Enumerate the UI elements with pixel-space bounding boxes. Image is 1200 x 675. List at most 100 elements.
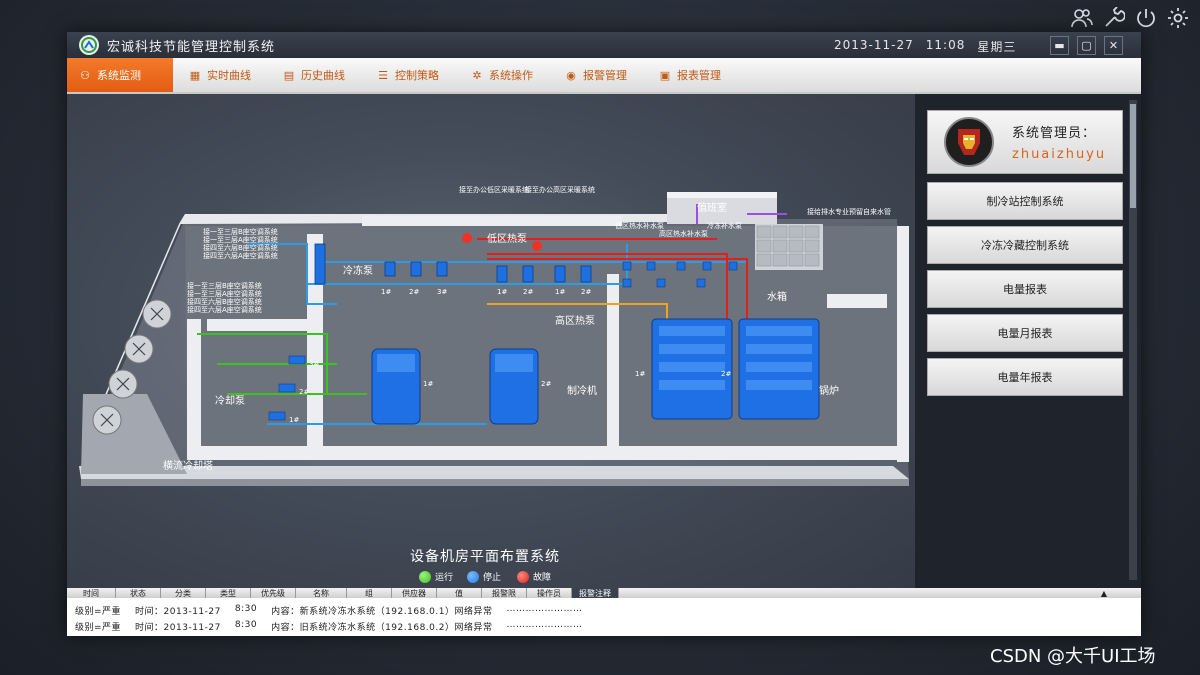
col-header[interactable]: 类型 [206, 588, 251, 598]
log-time: 时间：2013-11-27 [135, 623, 221, 633]
log-time: 时间：2013-11-27 [135, 607, 221, 617]
monthly-report-button[interactable]: 电量月报表 [927, 314, 1123, 352]
col-header-selected[interactable]: 报警注释 [572, 588, 619, 598]
app-window: 宏诚科技节能管理控制系统 2013-11-27 11:08 星期三 ▬ ▢ ✕ … [67, 32, 1141, 636]
label-low-zone: 低区热泵 [487, 232, 527, 245]
chiller-2[interactable] [489, 348, 539, 425]
cold-storage-button[interactable]: 冷冻冷藏控制系统 [927, 226, 1123, 264]
label-cooling-2: 2# [299, 388, 309, 396]
power-icon[interactable] [1134, 6, 1158, 30]
minimize-button[interactable]: ▬ [1050, 36, 1069, 55]
log-row[interactable]: 级别=严重 时间：2013-11-27 8:30 内容：旧系统冷冻水系统（192… [75, 620, 582, 633]
label-ac-3: 接四至六层B座空调系统 [203, 243, 278, 252]
boiler-2[interactable] [738, 318, 820, 420]
sidebar-scrollbar[interactable] [1129, 100, 1137, 580]
col-header[interactable]: 分类 [161, 588, 206, 598]
log-column-header: 时间 状态 分类 类型 优先级 名称 组 供应器 值 报警限 操作员 报警注释 … [67, 588, 1141, 598]
equipment-room-plan: 冷冻泵 低区热泵 高区热泵 值班室 水箱 制冷机 锅炉 冷却泵 横流冷却塔 低区… [79, 185, 909, 486]
label-ac-5: 接一至三层B座空调系统 [187, 281, 262, 290]
label-boiler: 锅炉 [819, 385, 839, 397]
tab-system-monitor[interactable]: ⚇ 系统监测 [67, 58, 173, 92]
weekday-text: 星期三 [977, 40, 1017, 54]
label-boiler-2: 2# [721, 370, 731, 378]
main-nav: ⚇ 系统监测 ▦ 实时曲线 ▤ 历史曲线 ☰ 控制策略 ✲ 系统操作 ◉ 报警管… [67, 58, 1141, 94]
label-ac-6: 接一至三层A座空调系统 [187, 289, 262, 298]
label-high-2: 2# [581, 288, 591, 296]
date-text: 2013-11-27 [834, 38, 914, 52]
tab-label: 控制策略 [395, 69, 439, 82]
label-high-1: 1# [555, 288, 565, 296]
col-header[interactable]: 组 [347, 588, 392, 598]
yearly-report-button[interactable]: 电量年报表 [927, 358, 1123, 396]
alarm-icon: ◉ [566, 68, 576, 82]
fault-dot-icon [517, 570, 529, 583]
label-ac-4: 接四至六层A座空调系统 [203, 251, 278, 260]
monitor-icon: ⚇ [80, 68, 90, 82]
label-water-tank: 水箱 [767, 290, 787, 303]
log-level: 级别=严重 [75, 623, 122, 633]
label-drain: 接给排水专业预留自来水管 [807, 207, 891, 216]
maximize-button[interactable]: ▢ [1077, 36, 1096, 55]
power-report-button[interactable]: 电量报表 [927, 270, 1123, 308]
label-low-refill: 低区热水补水泵 [615, 221, 664, 230]
user-card: 系统管理员： zhuaizhuyu [927, 110, 1123, 174]
log-level: 级别=严重 [75, 607, 122, 617]
chiller-1[interactable] [371, 348, 421, 425]
label-ac-1: 接一至三层B座空调系统 [203, 227, 278, 236]
floor-plan-view: 冷冻泵 低区热泵 高区热泵 值班室 水箱 制冷机 锅炉 冷却泵 横流冷却塔 低区… [67, 94, 915, 588]
plan-caption: 设备机房平面布置系统 [410, 549, 560, 565]
tab-report-management[interactable]: ▣ 报表管理 [643, 58, 737, 92]
legend-fault: 故障 [517, 570, 551, 583]
scrollbar-thumb[interactable] [1130, 104, 1136, 208]
gear-icon[interactable] [1166, 6, 1190, 30]
running-dot-icon [419, 570, 431, 583]
col-header[interactable]: 状态 [116, 588, 161, 598]
label-high-zone: 高区热泵 [555, 314, 595, 327]
avatar [944, 117, 994, 167]
label-cooling-1: 1# [289, 416, 299, 424]
tab-system-operation[interactable]: ✲ 系统操作 [455, 58, 549, 92]
tab-history-curve[interactable]: ▤ 历史曲线 [267, 58, 361, 92]
users-icon[interactable] [1070, 6, 1094, 30]
wrench-icon[interactable] [1102, 6, 1126, 30]
log-content: 内容：旧系统冷冻水系统（192.168.0.2）网络异常 [271, 623, 493, 633]
gear-icon: ✲ [472, 68, 482, 82]
label-chilled-pump: 冷冻泵 [343, 264, 373, 277]
col-header[interactable]: 值 [437, 588, 482, 598]
legend-label: 运行 [435, 573, 454, 583]
user-info: 系统管理员： zhuaizhuyu [1012, 122, 1106, 162]
user-name: zhuaizhuyu [1012, 147, 1107, 162]
report-icon: ▣ [659, 68, 671, 82]
tab-label: 实时曲线 [207, 69, 251, 82]
col-header[interactable]: 时间 [67, 588, 116, 598]
col-header[interactable]: 名称 [296, 588, 347, 598]
tab-realtime-curve[interactable]: ▦ 实时曲线 [173, 58, 267, 92]
label-low-1: 1# [497, 288, 507, 296]
log-content: 内容：新系统冷冻水系统（192.168.0.1）网络异常 [271, 607, 493, 617]
log-row[interactable]: 级别=严重 时间：2013-11-27 8:30 内容：新系统冷冻水系统（192… [75, 604, 582, 617]
label-ac-8: 接四至六层A座空调系统 [187, 305, 262, 314]
water-tank[interactable] [755, 224, 823, 270]
datetime: 2013-11-27 11:08 星期三 [834, 38, 1016, 55]
close-button[interactable]: ✕ [1104, 36, 1123, 55]
col-header[interactable]: 优先级 [251, 588, 296, 598]
boiler-1[interactable] [651, 318, 733, 420]
col-header[interactable]: 操作员 [527, 588, 572, 598]
col-header[interactable]: 供应器 [392, 588, 437, 598]
history-icon: ▤ [283, 68, 295, 82]
watermark: CSDN @大千UI工场 [990, 646, 1156, 667]
log-dots: …………………… [506, 604, 583, 614]
tab-alarm-management[interactable]: ◉ 报警管理 [549, 58, 643, 92]
col-header[interactable]: 报警限 [482, 588, 527, 598]
label-cooling-3: 3# [309, 360, 319, 368]
log-clock: 8:30 [234, 604, 258, 614]
title-bar: 宏诚科技节能管理控制系统 2013-11-27 11:08 星期三 ▬ ▢ ✕ [67, 32, 1141, 58]
log-dots: …………………… [506, 620, 583, 630]
collapse-toggle[interactable]: ▲ [619, 588, 1141, 598]
tab-control-strategy[interactable]: ☰ 控制策略 [361, 58, 455, 92]
label-office-high: 接至办公高区采暖系统 [525, 185, 595, 194]
label-duty-room: 值班室 [697, 201, 727, 214]
window-controls: ▬ ▢ ✕ [1050, 36, 1123, 55]
label-chiller-1: 1# [423, 380, 433, 388]
chiller-station-button[interactable]: 制冷站控制系统 [927, 182, 1123, 220]
